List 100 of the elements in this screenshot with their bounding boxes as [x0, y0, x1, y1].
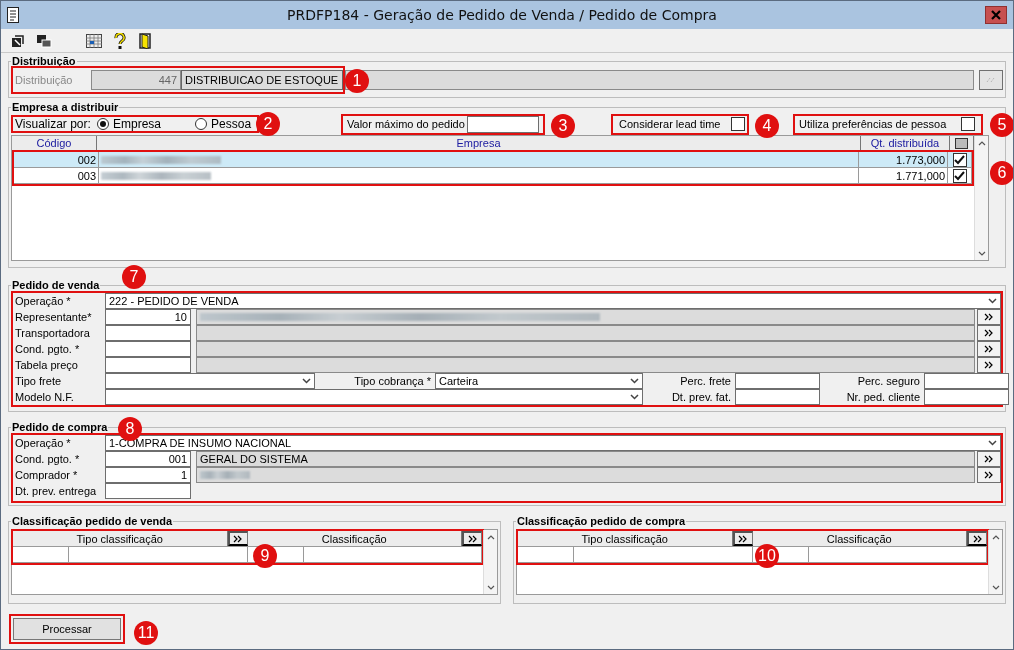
table-row[interactable]: 003 1.771,000 [14, 168, 972, 184]
dotted-icon [986, 77, 996, 83]
input-field[interactable] [105, 483, 191, 499]
section-title: Classificação pedido de venda [11, 516, 174, 527]
toolbar-button[interactable] [111, 31, 129, 50]
checkmark-icon [954, 170, 965, 181]
document-icon [7, 7, 19, 23]
help-icon [114, 32, 126, 49]
code-field[interactable] [105, 341, 191, 357]
close-icon [991, 10, 1001, 20]
field-label: Cond. pgto. * [14, 343, 81, 355]
dropdown-field[interactable]: 1-COMPRA DE INSUMO NACIONAL [105, 435, 1001, 451]
input-field[interactable] [735, 373, 820, 389]
chevron-up-icon [991, 534, 1000, 540]
field-label: Utiliza preferências de pessoa [798, 118, 948, 130]
field-label: Distribuição [14, 74, 74, 86]
checkmark-icon [954, 154, 965, 165]
double-chevron-right-icon [467, 534, 478, 543]
field-label: Representante* [14, 311, 93, 323]
code-field[interactable]: 10 [105, 309, 191, 325]
exit-door-icon [139, 32, 153, 49]
column-header: Tipo classificação [518, 531, 733, 546]
section-title: Classificação pedido de compra [516, 516, 687, 527]
field-label: Perc. frete [679, 375, 732, 387]
toolbar-button[interactable] [85, 31, 103, 50]
double-chevron-right-icon [738, 534, 748, 543]
checkbox[interactable] [952, 168, 967, 183]
dropdown-field[interactable] [105, 373, 315, 389]
double-chevron-right-icon [984, 455, 994, 463]
dropdown-field[interactable]: 222 - PEDIDO DE VENDA [105, 293, 1001, 309]
code-field[interactable]: 001 [105, 451, 191, 467]
callout-badge: 5 [990, 113, 1013, 137]
window-title: PRDFP184 - Geração de Pedido de Venda / Pedido de Compra [286, 7, 718, 23]
description-field: GERAL DO SISTEMA [196, 451, 975, 467]
field-label: Nr. ped. cliente [845, 391, 921, 403]
lookup-button[interactable] [977, 451, 1001, 467]
dropdown-field[interactable] [105, 389, 643, 405]
chevron-down-icon [991, 584, 1000, 590]
field-label: Perc. seguro [856, 375, 921, 387]
code-field[interactable] [105, 325, 191, 341]
checkbox[interactable] [961, 117, 975, 131]
lookup-button[interactable] [977, 341, 1001, 357]
double-chevron-right-icon [233, 534, 243, 543]
table-cell: 1.771,000 [859, 168, 948, 183]
column-header: Classificação [752, 531, 967, 546]
chevron-down-icon [630, 394, 639, 400]
field-label: Operação * [14, 295, 72, 307]
code-field: 447 [91, 70, 181, 90]
chevron-up-icon [977, 140, 986, 146]
double-chevron-right-icon [984, 345, 994, 353]
process-button[interactable]: Processar [13, 618, 121, 640]
description-field: DISTRIBUICAO DE ESTOQUE [181, 70, 343, 90]
callout-badge: 7 [122, 265, 146, 289]
callout-badge: 11 [134, 621, 158, 645]
radio-option[interactable]: Empresa [97, 117, 162, 131]
field-label: Operação * [14, 437, 72, 449]
input-field[interactable] [924, 389, 1009, 405]
close-button[interactable] [985, 6, 1007, 24]
input-field[interactable] [735, 389, 820, 405]
double-chevron-right-icon [984, 313, 994, 321]
double-chevron-right-icon [984, 361, 994, 369]
grid-icon [86, 33, 102, 48]
table-row[interactable]: 002 1.773,000 [14, 152, 972, 168]
lookup-button[interactable] [977, 325, 1001, 341]
field-label: Considerar lead time [618, 118, 722, 130]
checkbox[interactable] [952, 152, 967, 167]
lookup-button[interactable] [462, 531, 482, 546]
dropdown-field[interactable]: Carteira [435, 373, 643, 389]
table-cell: 1.773,000 [859, 152, 948, 167]
column-header: Classificação [247, 531, 462, 546]
chevron-down-icon [988, 298, 997, 304]
input-field[interactable] [924, 373, 1009, 389]
lookup-button[interactable] [977, 467, 1001, 483]
column-header: Tipo classificação [13, 531, 228, 546]
field-label: Visualizar por: [14, 117, 92, 131]
column-header: Código [12, 136, 97, 150]
code-field[interactable] [105, 357, 191, 373]
section-title: Pedido de compra [11, 422, 109, 433]
radio-option[interactable]: Pessoa [195, 117, 252, 131]
field-label: Tipo frete [14, 375, 63, 387]
callout-badge: 3 [551, 114, 575, 138]
field-label: Comprador * [14, 469, 79, 481]
field-label: Valor máximo do pedido [346, 118, 466, 130]
lookup-button[interactable] [967, 531, 987, 546]
field-label: Tipo cobrança * [353, 375, 432, 387]
callout-badge: 2 [256, 112, 280, 136]
double-chevron-right-icon [972, 534, 983, 543]
chevron-up-icon [486, 534, 495, 540]
input-field[interactable] [467, 115, 539, 133]
code-field[interactable]: 1 [105, 467, 191, 483]
chevron-down-icon [302, 378, 311, 384]
checkbox[interactable] [731, 117, 745, 131]
field-label: Dt. prev. fat. [670, 391, 732, 403]
chevron-down-icon [486, 584, 495, 590]
section-title: Distribuição [11, 56, 77, 67]
field-label: Tabela preço [14, 359, 79, 371]
lookup-button[interactable] [977, 357, 1001, 373]
chevron-down-icon [977, 250, 986, 256]
section-title: Pedido de venda [11, 280, 101, 291]
lookup-button[interactable] [977, 309, 1001, 325]
